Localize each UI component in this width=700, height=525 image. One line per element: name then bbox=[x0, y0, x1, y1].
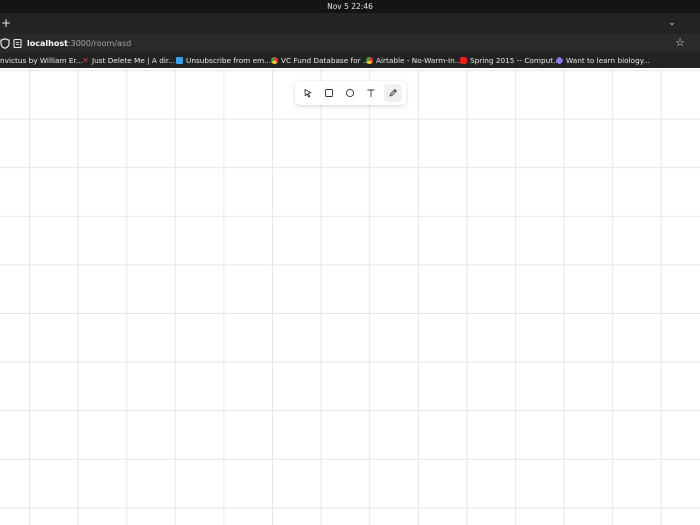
select-tool-button[interactable] bbox=[299, 84, 317, 102]
unroll-icon bbox=[176, 57, 183, 64]
system-top-bar: Nov 5 22:46 bbox=[0, 0, 700, 13]
browser-tab-strip: + ⌄ bbox=[0, 13, 700, 34]
bookmark-label: Airtable - No-Warm-In... bbox=[376, 56, 462, 65]
gem-icon bbox=[555, 56, 564, 65]
new-tab-button[interactable]: + bbox=[0, 15, 12, 31]
rectangle-tool-button[interactable] bbox=[320, 84, 338, 102]
tab-list-chevron-down-icon[interactable]: ⌄ bbox=[666, 17, 678, 29]
bookmark-item[interactable]: Unsubscribe from em... bbox=[176, 53, 271, 68]
system-clock[interactable]: Nov 5 22:46 bbox=[327, 2, 373, 11]
address-bar[interactable]: localhost:3000/room/asd ☆ bbox=[0, 34, 700, 53]
url-text[interactable]: localhost:3000/room/asd bbox=[27, 34, 131, 53]
bookmark-item[interactable]: Spring 2015 -- Comput... bbox=[460, 53, 560, 68]
bookmark-label: Unsubscribe from em... bbox=[186, 56, 272, 65]
square-icon bbox=[325, 89, 333, 97]
x-icon: ✕ bbox=[82, 56, 89, 65]
bookmark-label: Spring 2015 -- Comput... bbox=[470, 56, 561, 65]
youtube-icon bbox=[460, 57, 467, 64]
page-info-icon[interactable] bbox=[13, 38, 22, 49]
chrome-icon bbox=[366, 57, 373, 64]
bookmark-label: VC Fund Database for ... bbox=[281, 56, 370, 65]
bookmark-item[interactable]: Airtable - No-Warm-In... bbox=[366, 53, 462, 68]
ellipse-tool-button[interactable] bbox=[341, 84, 359, 102]
url-path: :3000/room/asd bbox=[67, 39, 132, 48]
drawing-canvas[interactable] bbox=[0, 68, 700, 525]
bookmark-label: Want to learn biology... bbox=[566, 56, 650, 65]
bookmark-item[interactable]: nvictus by William Er... bbox=[0, 53, 83, 68]
bookmark-item[interactable]: Want to learn biology... bbox=[555, 53, 650, 68]
pencil-tool-button[interactable] bbox=[384, 84, 402, 102]
bookmark-label: Just Delete Me | A dir... bbox=[92, 56, 176, 65]
text-icon bbox=[367, 89, 375, 98]
bookmark-item[interactable]: VC Fund Database for ... bbox=[271, 53, 370, 68]
cursor-icon bbox=[304, 89, 312, 98]
url-host: localhost bbox=[27, 39, 68, 48]
bookmark-label: nvictus by William Er... bbox=[0, 56, 83, 65]
bookmarks-bar: nvictus by William Er... ✕ Just Delete M… bbox=[0, 53, 700, 68]
bookmark-star-icon[interactable]: ☆ bbox=[674, 37, 686, 49]
bookmark-item[interactable]: ✕ Just Delete Me | A dir... bbox=[82, 53, 175, 68]
drawing-toolbar bbox=[295, 81, 406, 105]
chrome-icon bbox=[271, 57, 278, 64]
circle-icon bbox=[345, 88, 355, 98]
text-tool-button[interactable] bbox=[362, 84, 380, 102]
shield-icon[interactable] bbox=[0, 38, 10, 49]
pencil-icon bbox=[389, 89, 397, 97]
